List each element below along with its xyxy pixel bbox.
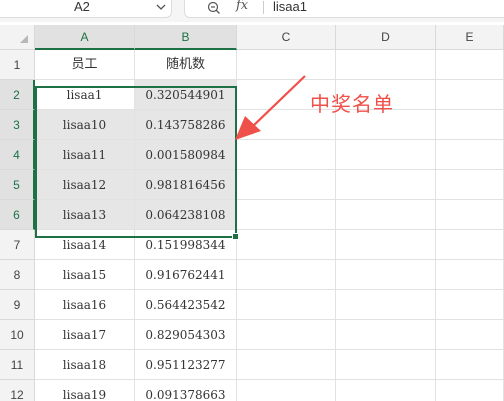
corner-triangle-icon [20, 35, 28, 43]
empty-cell[interactable] [237, 350, 336, 380]
empty-cell[interactable] [436, 80, 504, 110]
random-number-cell[interactable]: 0.091378663 [135, 380, 237, 401]
empty-cell[interactable] [436, 260, 504, 290]
empty-cell[interactable] [336, 320, 436, 350]
employee-cell[interactable]: lisaa18 [35, 350, 135, 380]
row-header-9[interactable]: 9 [0, 290, 35, 320]
row-header-4[interactable]: 4 [0, 140, 35, 170]
employee-cell[interactable]: lisaa15 [35, 260, 135, 290]
divider [263, 1, 264, 14]
empty-cell[interactable] [336, 260, 436, 290]
empty-cell[interactable] [436, 200, 504, 230]
empty-cell[interactable] [237, 260, 336, 290]
row-header-3[interactable]: 3 [0, 110, 35, 140]
employee-cell[interactable]: lisaa17 [35, 320, 135, 350]
select-all-corner[interactable] [0, 25, 35, 50]
spreadsheet-window: A2 fx lisaa1 ABCDE 1 2 3 4 5 6 7 8 9 10 11 12 员工 随机数… [0, 0, 504, 401]
empty-cell[interactable] [237, 230, 336, 260]
empty-cell[interactable] [336, 200, 436, 230]
empty-cell[interactable] [336, 140, 436, 170]
chevron-down-icon[interactable] [155, 1, 167, 13]
column-header-c[interactable]: C [237, 25, 336, 50]
random-number-cell[interactable]: 0.064238108 [135, 200, 237, 230]
empty-cell[interactable] [237, 320, 336, 350]
empty-cell[interactable] [336, 290, 436, 320]
employee-cell[interactable]: lisaa11 [35, 140, 135, 170]
annotation-arrow [235, 75, 306, 140]
empty-cell[interactable] [237, 290, 336, 320]
empty-cell[interactable] [237, 200, 336, 230]
row-header-12[interactable]: 12 [0, 380, 35, 401]
row-header-1[interactable]: 1 [0, 50, 35, 80]
empty-cell[interactable] [436, 380, 504, 401]
row-header-8[interactable]: 8 [0, 260, 35, 290]
row-header-5[interactable]: 5 [0, 170, 35, 200]
empty-cell[interactable] [436, 170, 504, 200]
random-number-cell[interactable]: 0.151998344 [135, 230, 237, 260]
empty-cell[interactable] [436, 230, 504, 260]
row-header-10[interactable]: 10 [0, 320, 35, 350]
column-header-a[interactable]: A [35, 25, 135, 50]
empty-cell[interactable] [436, 290, 504, 320]
row-header-6[interactable]: 6 [0, 200, 35, 230]
empty-cell[interactable] [436, 320, 504, 350]
random-number-cell[interactable]: 0.916762441 [135, 260, 237, 290]
employee-cell[interactable]: lisaa10 [35, 110, 135, 140]
empty-cell[interactable] [336, 230, 436, 260]
random-number-cell[interactable]: 0.001580984 [135, 140, 237, 170]
fx-icon[interactable]: fx [236, 0, 248, 13]
formula-input-area[interactable]: fx lisaa1 [184, 0, 504, 18]
header-cell-employee[interactable]: 员工 [35, 50, 135, 80]
row-header-2[interactable]: 2 [0, 80, 35, 110]
fill-handle[interactable] [232, 233, 239, 240]
empty-cell[interactable] [237, 380, 336, 401]
winner-list-annotation: 中奖名单 [310, 92, 394, 116]
row-header-11[interactable]: 11 [0, 350, 35, 380]
cell-reference: A2 [74, 0, 90, 14]
employee-cell[interactable]: lisaa13 [35, 200, 135, 230]
empty-cell[interactable] [436, 110, 504, 140]
column-header-b[interactable]: B [135, 25, 237, 50]
empty-cell[interactable] [237, 170, 336, 200]
column-header-e[interactable]: E [436, 25, 504, 50]
header-cell-random[interactable]: 随机数 [135, 50, 237, 80]
zoom-icon[interactable] [207, 1, 221, 15]
empty-cell[interactable] [336, 170, 436, 200]
empty-cell[interactable] [436, 350, 504, 380]
formula-content[interactable]: lisaa1 [273, 0, 307, 14]
row-header-7[interactable]: 7 [0, 230, 35, 260]
name-box[interactable]: A2 [0, 0, 172, 18]
column-header-d[interactable]: D [336, 25, 436, 50]
random-number-cell[interactable]: 0.564423542 [135, 290, 237, 320]
empty-cell[interactable] [336, 50, 436, 80]
empty-cell[interactable] [436, 50, 504, 80]
random-number-cell[interactable]: 0.143758286 [135, 110, 237, 140]
formula-bar: A2 fx lisaa1 [0, 0, 504, 22]
empty-cell[interactable] [436, 140, 504, 170]
random-number-cell[interactable]: 0.829054303 [135, 320, 237, 350]
empty-cell[interactable] [336, 380, 436, 401]
random-number-cell[interactable]: 0.981816456 [135, 170, 237, 200]
employee-cell[interactable]: lisaa12 [35, 170, 135, 200]
employee-cell[interactable]: lisaa19 [35, 380, 135, 401]
employee-cell[interactable]: lisaa1 [35, 80, 135, 110]
employee-cell[interactable]: lisaa14 [35, 230, 135, 260]
employee-cell[interactable]: lisaa16 [35, 290, 135, 320]
empty-cell[interactable] [336, 350, 436, 380]
random-number-cell[interactable]: 0.951123277 [135, 350, 237, 380]
random-number-cell[interactable]: 0.320544901 [135, 80, 237, 110]
